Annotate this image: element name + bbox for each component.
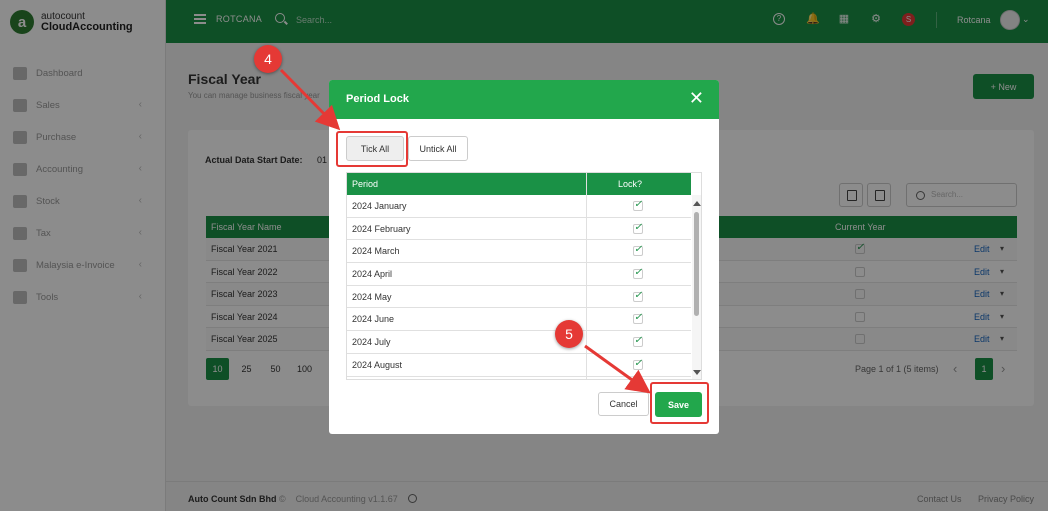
arrow-step4 (279, 68, 341, 131)
annotation-arrows (279, 68, 651, 394)
step-5-marker: 5 (555, 320, 583, 348)
step-4-marker: 4 (254, 45, 282, 73)
arrow-step5 (584, 344, 651, 394)
